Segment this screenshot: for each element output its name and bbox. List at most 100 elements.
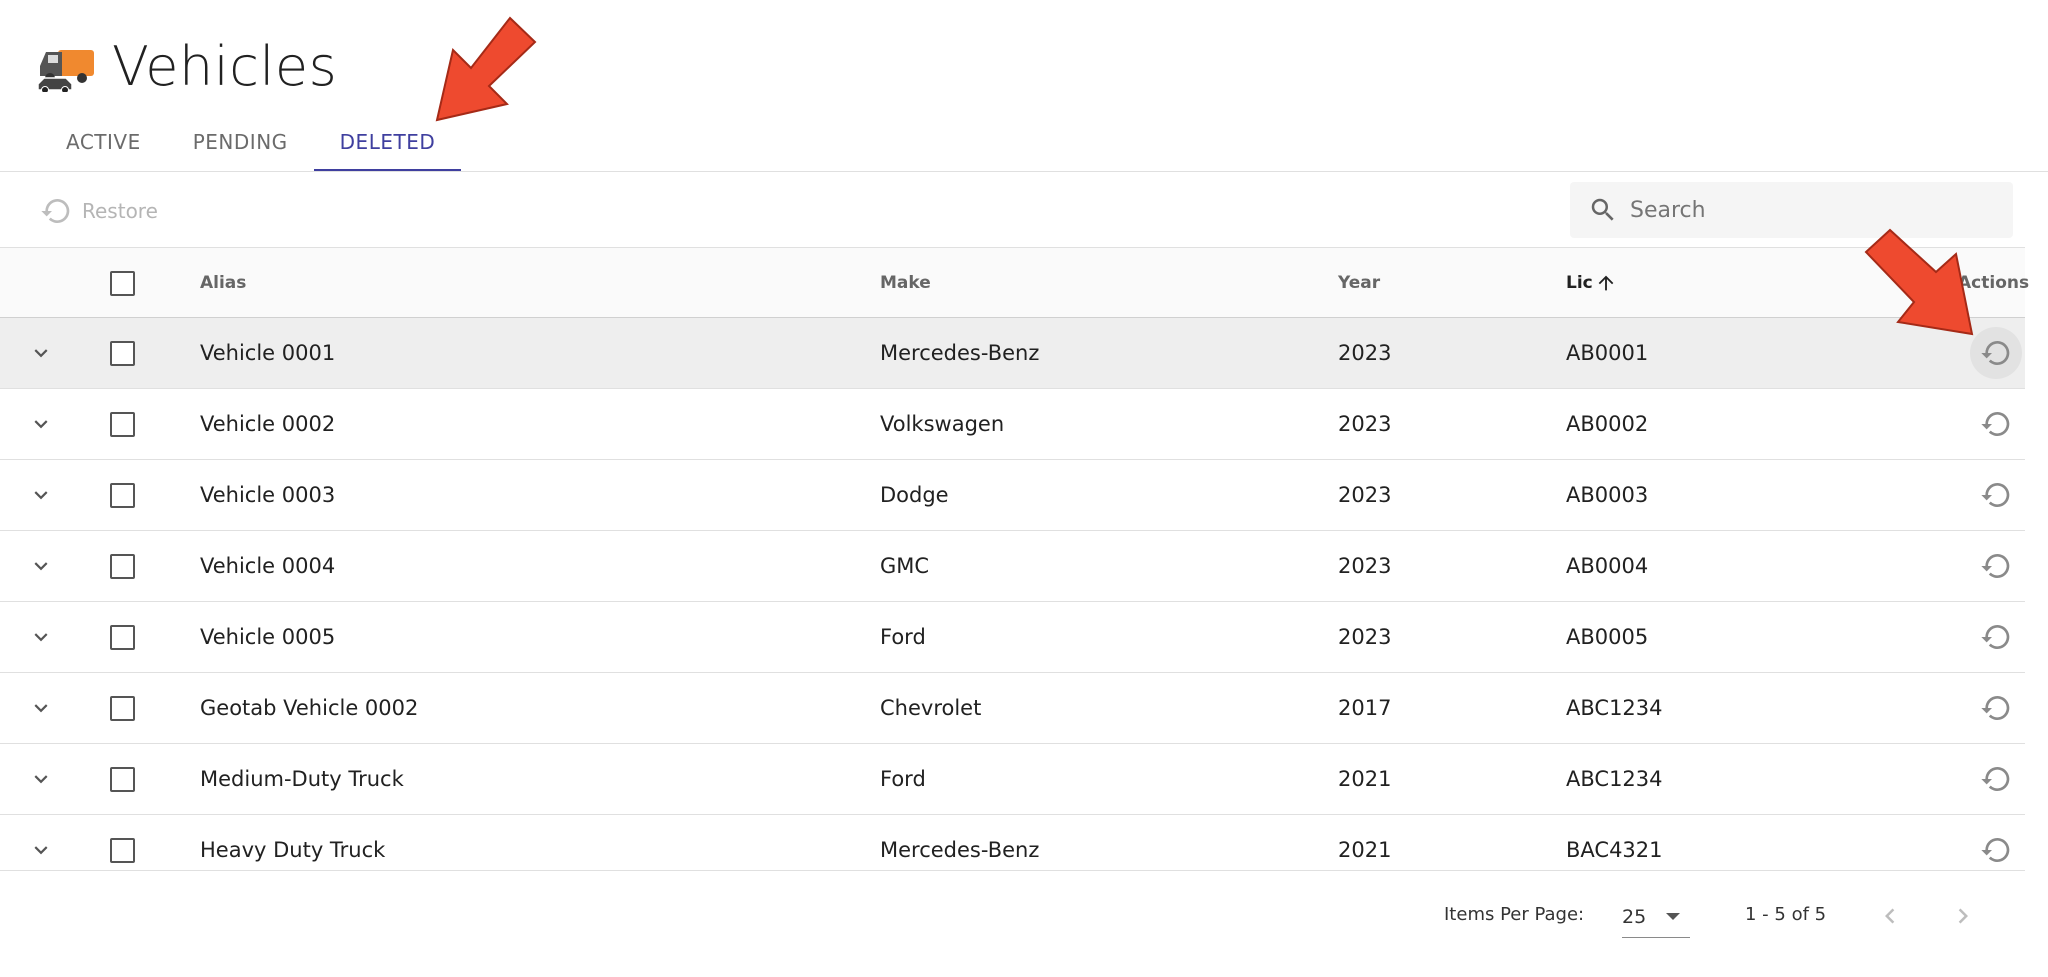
cell-alias: Vehicle 0004 [200, 554, 336, 578]
column-header-lic-label: Lic [1566, 273, 1593, 293]
checkbox-cell [110, 602, 135, 672]
row-restore-button[interactable] [1970, 611, 2022, 663]
expand-cell [28, 318, 54, 388]
cell-lic: AB0005 [1566, 625, 1649, 649]
expand-chevron-icon[interactable] [28, 482, 54, 508]
items-per-page-select[interactable]: 25 [1622, 896, 1690, 938]
select-all-checkbox[interactable] [110, 270, 135, 296]
actions-cell [1968, 389, 2024, 459]
checkbox-cell [110, 673, 135, 743]
next-page-button[interactable] [1941, 894, 1985, 938]
row-checkbox[interactable] [110, 624, 135, 650]
actions-cell [1968, 744, 2024, 814]
cell-alias: Vehicle 0002 [200, 412, 336, 436]
expand-chevron-icon[interactable] [28, 340, 54, 366]
title-wrap: Vehicles [36, 30, 337, 102]
checkbox-cell [110, 318, 135, 388]
row-restore-button[interactable] [1970, 753, 2022, 805]
cell-lic: AB0004 [1566, 554, 1649, 578]
row-checkbox[interactable] [110, 553, 135, 579]
cell-make: Dodge [880, 483, 949, 507]
expand-chevron-icon[interactable] [28, 837, 54, 863]
cell-alias: Vehicle 0005 [200, 625, 336, 649]
expand-chevron-icon[interactable] [28, 624, 54, 650]
restore-icon [1981, 696, 2010, 720]
row-restore-button[interactable] [1970, 824, 2022, 876]
restore-icon [41, 199, 70, 223]
row-restore-button[interactable] [1970, 469, 2022, 521]
column-header-year[interactable]: Year [1338, 248, 1380, 318]
search-box[interactable] [1570, 182, 2013, 238]
expand-chevron-icon[interactable] [28, 411, 54, 437]
restore-icon [1981, 767, 2010, 791]
row-checkbox[interactable] [110, 411, 135, 437]
search-input[interactable] [1630, 197, 1990, 223]
actions-cell [1968, 531, 2024, 601]
restore-icon [1981, 554, 2010, 578]
cell-make: Ford [880, 767, 926, 791]
tab-pending[interactable]: PENDING [167, 112, 314, 172]
column-header-alias[interactable]: Alias [200, 248, 246, 318]
actions-cell [1968, 673, 2024, 743]
row-checkbox[interactable] [110, 766, 135, 792]
cell-make: Mercedes-Benz [880, 341, 1040, 365]
arrow-up-icon [1598, 275, 1614, 291]
expand-chevron-icon[interactable] [28, 695, 54, 721]
footer-divider [0, 870, 2025, 871]
items-per-page-label: Items Per Page: [1444, 904, 1585, 925]
tab-deleted[interactable]: DELETED [313, 112, 462, 172]
restore-button[interactable]: Restore [40, 194, 158, 228]
row-restore-button[interactable] [1970, 682, 2022, 734]
table-row[interactable]: Vehicle 0003 Dodge 2023 AB0003 [0, 460, 2025, 531]
row-restore-button[interactable] [1970, 540, 2022, 592]
row-checkbox[interactable] [110, 837, 135, 863]
table-row[interactable]: Vehicle 0001 Mercedes-Benz 2023 AB0001 [0, 318, 2025, 389]
cell-alias: Medium-Duty Truck [200, 767, 404, 791]
select-all-cell [110, 248, 135, 318]
row-restore-button[interactable] [1970, 327, 2022, 379]
restore-icon [1981, 412, 2010, 436]
expand-cell [28, 460, 54, 530]
expand-chevron-icon[interactable] [28, 553, 54, 579]
page-header: Vehicles ACTIVE PENDING DELETED [0, 0, 2048, 172]
table-row[interactable]: Medium-Duty Truck Ford 2021 ABC1234 [0, 744, 2025, 815]
checkbox-cell [110, 389, 135, 459]
cell-year: 2023 [1338, 554, 1392, 578]
chevron-right-icon [1958, 908, 1968, 924]
tab-active[interactable]: ACTIVE [40, 112, 167, 172]
table-row[interactable]: Vehicle 0005 Ford 2023 AB0005 [0, 602, 2025, 673]
cell-year: 2017 [1338, 696, 1392, 720]
table-row[interactable]: Vehicle 0004 GMC 2023 AB0004 [0, 531, 2025, 602]
table-row[interactable]: Geotab Vehicle 0002 Chevrolet 2017 ABC12… [0, 673, 2025, 744]
row-restore-button[interactable] [1970, 398, 2022, 450]
checkbox-cell [110, 744, 135, 814]
restore-icon [1981, 838, 2010, 862]
column-header-make[interactable]: Make [880, 248, 931, 318]
expand-cell [28, 531, 54, 601]
cell-make: Ford [880, 625, 926, 649]
row-checkbox[interactable] [110, 695, 135, 721]
cell-year: 2023 [1338, 412, 1392, 436]
cell-alias: Vehicle 0003 [200, 483, 336, 507]
row-checkbox[interactable] [110, 482, 135, 508]
column-header-lic[interactable]: Lic [1566, 248, 1617, 318]
actions-cell [1968, 602, 2024, 672]
actions-cell [1968, 460, 2024, 530]
restore-icon [1981, 483, 2010, 507]
dropdown-caret-icon [1666, 913, 1681, 920]
cell-make: Chevrolet [880, 696, 982, 720]
table-row[interactable]: Vehicle 0002 Volkswagen 2023 AB0002 [0, 389, 2025, 460]
restore-label: Restore [82, 199, 158, 223]
restore-icon [1981, 341, 2010, 365]
cell-lic: AB0001 [1566, 341, 1649, 365]
toolbar: Restore [0, 172, 2048, 248]
expand-chevron-icon[interactable] [28, 766, 54, 792]
cell-alias: Geotab Vehicle 0002 [200, 696, 419, 720]
previous-page-button[interactable] [1868, 894, 1912, 938]
pagination: Items Per Page: 25 1 - 5 of 5 [0, 874, 2048, 977]
cell-lic: AB0002 [1566, 412, 1649, 436]
checkbox-cell [110, 531, 135, 601]
actions-cell [1968, 318, 2024, 388]
tab-bar: ACTIVE PENDING DELETED [40, 112, 461, 172]
row-checkbox[interactable] [110, 340, 135, 366]
